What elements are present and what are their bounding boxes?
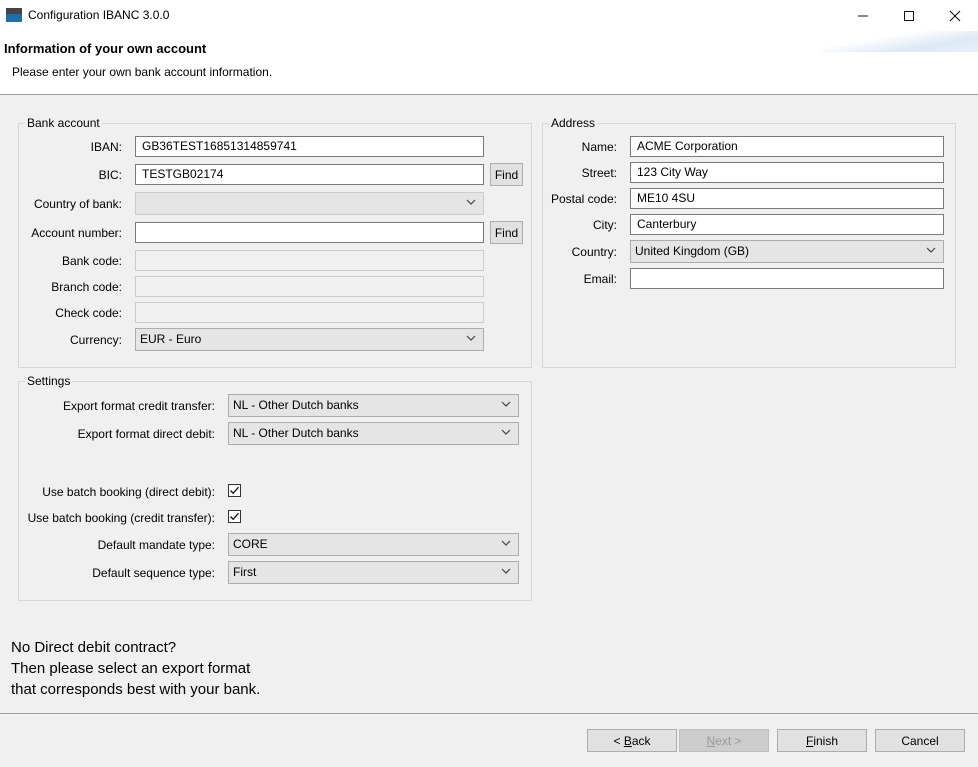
next-button[interactable]: Next > <box>679 729 769 752</box>
currency-select[interactable]: EUR - Euro <box>135 328 484 351</box>
chevron-down-icon <box>926 247 936 253</box>
email-input[interactable] <box>630 268 944 289</box>
credit-transfer-format-value: NL - Other Dutch banks <box>233 398 359 412</box>
branch-code-label: Branch code: <box>51 280 122 294</box>
postal-code-input[interactable]: ME10 4SU <box>630 188 944 209</box>
sequence-type-value: First <box>233 565 257 579</box>
chevron-down-icon <box>501 568 511 574</box>
country-value: United Kingdom (GB) <box>635 244 750 258</box>
back-button[interactable]: < Back <box>587 729 677 752</box>
check-code-input <box>135 302 484 323</box>
back-button-prefix: < <box>613 733 624 748</box>
sequence-type-select[interactable]: First <box>228 561 519 584</box>
street-input[interactable]: 123 City Way <box>630 162 944 183</box>
finish-button-rest: inish <box>813 733 839 748</box>
minimize-icon <box>858 15 868 16</box>
back-button-rest: ack <box>631 733 651 748</box>
maximize-button[interactable] <box>886 0 932 31</box>
page-subtitle: Please enter your own bank account infor… <box>12 65 273 79</box>
close-button[interactable] <box>932 0 978 31</box>
chevron-down-icon <box>501 401 511 407</box>
direct-debit-format-select[interactable]: NL - Other Dutch banks <box>228 422 519 445</box>
account-number-input[interactable] <box>135 222 484 243</box>
postal-code-label: Postal code: <box>550 192 617 206</box>
iban-input[interactable]: GB36TEST16851314859741 <box>135 136 484 157</box>
hint-line-3: that corresponds best with your bank. <box>11 681 261 698</box>
mandate-type-value: CORE <box>233 537 268 551</box>
window-title: Configuration IBANC 3.0.0 <box>28 8 170 22</box>
country-of-bank-select[interactable] <box>135 192 484 215</box>
iban-label: IBAN: <box>90 140 122 154</box>
country-of-bank-label: Country of bank: <box>33 197 122 211</box>
account-number-label: Account number: <box>31 226 122 240</box>
currency-label: Currency: <box>69 333 122 347</box>
bank-account-group-title: Bank account <box>25 116 102 130</box>
direct-debit-format-value: NL - Other Dutch banks <box>233 426 359 440</box>
chevron-down-icon <box>466 335 476 341</box>
mandate-type-label: Default mandate type: <box>97 538 215 552</box>
find-account-button[interactable]: Find <box>490 221 523 244</box>
city-label: City: <box>593 218 617 232</box>
minimize-button[interactable] <box>840 0 886 31</box>
settings-group-title: Settings <box>25 374 73 388</box>
checkmark-icon <box>230 486 239 495</box>
check-code-label: Check code: <box>55 306 122 320</box>
direct-debit-format-label: Export format direct debit: <box>77 427 215 441</box>
name-input[interactable]: ACME Corporation <box>630 136 944 157</box>
credit-transfer-format-label: Export format credit transfer: <box>62 399 215 413</box>
batch-credit-transfer-checkbox[interactable] <box>228 510 241 523</box>
branch-code-input <box>135 276 484 297</box>
credit-transfer-format-select[interactable]: NL - Other Dutch banks <box>228 394 519 417</box>
bic-label: BIC: <box>98 168 122 182</box>
hint-line-1: No Direct debit contract? <box>11 639 177 656</box>
city-input[interactable]: Canterbury <box>630 214 944 235</box>
batch-direct-debit-checkbox[interactable] <box>228 484 241 497</box>
finish-button-accesskey: F <box>805 733 814 748</box>
find-bic-button[interactable]: Find <box>490 163 523 186</box>
mandate-type-select[interactable]: CORE <box>228 533 519 556</box>
street-label: Street: <box>581 166 617 180</box>
checkmark-icon <box>230 512 239 521</box>
sequence-type-label: Default sequence type: <box>92 566 215 580</box>
maximize-icon <box>904 10 914 21</box>
page-title: Information of your own account <box>4 41 207 56</box>
header-decoration <box>820 31 978 52</box>
finish-button[interactable]: Finish <box>777 729 867 752</box>
bank-code-label: Bank code: <box>61 254 122 268</box>
chevron-down-icon <box>466 199 476 205</box>
batch-direct-debit-label: Use batch booking (direct debit): <box>42 485 215 499</box>
title-bar: Configuration IBANC 3.0.0 <box>0 0 978 31</box>
close-icon <box>949 10 961 21</box>
country-label: Country: <box>571 245 617 259</box>
currency-value: EUR - Euro <box>140 332 202 346</box>
app-icon <box>6 8 22 22</box>
email-label: Email: <box>583 272 617 286</box>
batch-credit-transfer-label: Use batch booking (credit transfer): <box>27 511 215 525</box>
chevron-down-icon <box>501 429 511 435</box>
country-select[interactable]: United Kingdom (GB) <box>630 240 944 263</box>
chevron-down-icon <box>501 540 511 546</box>
bic-input[interactable]: TESTGB02174 <box>135 164 484 185</box>
name-label: Name: <box>581 140 617 154</box>
address-group-title: Address <box>549 116 598 130</box>
next-button-rest: ext > <box>715 733 742 748</box>
bank-code-input <box>135 250 484 271</box>
back-button-accesskey: B <box>623 733 632 748</box>
hint-line-2: Then please select an export format <box>11 660 251 677</box>
cancel-button[interactable]: Cancel <box>875 729 965 752</box>
next-button-accesskey: N <box>706 733 716 748</box>
